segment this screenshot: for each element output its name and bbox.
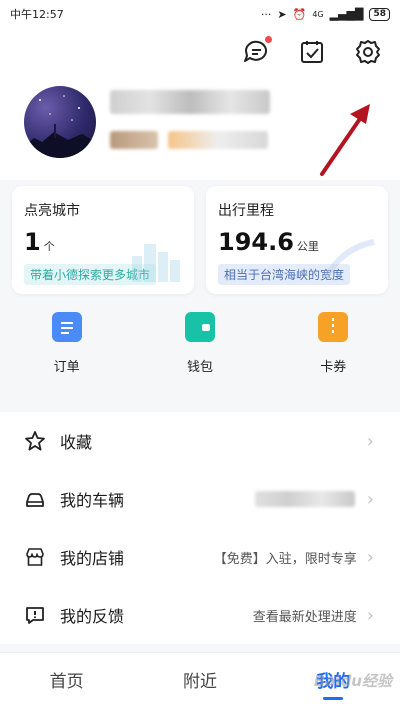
wallet-icon — [184, 312, 215, 342]
chevron-right-icon: › — [366, 546, 374, 568]
card-unit: 公里 — [296, 240, 319, 253]
tab-nearby[interactable]: 附近 — [183, 667, 217, 698]
header-actions — [242, 36, 382, 66]
quick-label: 订单 — [53, 360, 80, 375]
menu-item-favorites[interactable]: 收藏 › — [0, 412, 400, 470]
menu-label: 收藏 — [60, 433, 93, 452]
status-bar: 中午12:57 ··· ➤ ⏰ 4G ▂▄▆█ 58 — [0, 0, 400, 28]
user-info-redacted — [168, 131, 268, 149]
menu-item-my-vehicles[interactable]: 我的车辆 › — [0, 470, 400, 528]
feedback-icon — [26, 607, 44, 624]
quick-label: 卡券 — [320, 360, 347, 375]
star-icon — [25, 431, 45, 451]
road-icon — [323, 239, 375, 280]
menu-label: 我的车辆 — [60, 491, 125, 510]
coupon-entry[interactable]: 卡券 — [288, 312, 378, 398]
city-skyline-icon — [132, 244, 180, 282]
car-icon — [26, 493, 44, 507]
watermark: Baidu经验 — [313, 672, 392, 690]
status-indicators: ··· ➤ ⏰ 4G ▂▄▆█ 58 — [260, 7, 390, 21]
card-value: 194.6 — [218, 228, 294, 256]
user-level-redacted — [110, 131, 158, 149]
quick-actions: 订单 钱包 卡券 — [0, 312, 400, 398]
annotation-arrow — [320, 104, 370, 176]
card-title: 点亮城市 — [24, 203, 80, 219]
profile-header — [0, 28, 400, 180]
status-time: 中午12:57 — [10, 8, 64, 21]
battery-indicator: 58 — [369, 7, 390, 21]
task-check-icon[interactable] — [298, 38, 326, 66]
card-unit: 个 — [43, 240, 55, 253]
tab-home[interactable]: 首页 — [50, 667, 84, 698]
coupon-icon — [318, 312, 349, 342]
settings-gear-icon[interactable] — [354, 38, 382, 66]
signal-icon: ▂▄▆█ — [329, 7, 364, 21]
avatar[interactable] — [24, 86, 96, 158]
menu-item-my-shop[interactable]: 我的店铺 【免费】入驻，限时专享 › — [0, 528, 400, 586]
menu-hint: 【免费】入驻，限时专享 — [213, 551, 357, 567]
lit-cities-card[interactable]: 点亮城市 1 个 带着小德探索更多城市 — [12, 186, 194, 294]
order-icon — [51, 312, 82, 342]
network-label: 4G — [312, 9, 324, 19]
menu-hint: 查看最新处理进度 — [252, 609, 357, 625]
quick-label: 钱包 — [186, 360, 213, 375]
menu-item-my-feedback[interactable]: 我的反馈 查看最新处理进度 › — [0, 586, 400, 644]
order-entry[interactable]: 订单 — [22, 312, 112, 398]
shop-icon — [26, 548, 44, 566]
wallet-entry[interactable]: 钱包 — [155, 312, 245, 398]
card-title: 出行里程 — [218, 203, 274, 219]
chevron-right-icon: › — [366, 604, 374, 626]
status-dots: ··· — [260, 7, 272, 21]
stats-cards: 点亮城市 1 个 带着小德探索更多城市 出行里程 194.6 公里 相当于台湾海… — [12, 186, 388, 294]
menu-label: 我的店铺 — [60, 549, 125, 568]
travel-mileage-card[interactable]: 出行里程 194.6 公里 相当于台湾海峡的宽度 — [206, 186, 388, 294]
notification-dot — [265, 36, 272, 43]
menu-label: 我的反馈 — [60, 607, 125, 626]
username-redacted — [110, 90, 270, 114]
card-value: 1 — [24, 228, 41, 256]
vehicle-info-redacted — [254, 491, 355, 507]
chevron-right-icon: › — [366, 430, 374, 452]
message-icon[interactable] — [242, 36, 272, 66]
alarm-icon: ⏰ — [292, 7, 307, 21]
chevron-right-icon: › — [366, 488, 374, 510]
location-icon: ➤ — [277, 7, 287, 21]
menu-list: 收藏 › 我的车辆 › 我的店铺 【免费】入驻，限时专享 › 我的反馈 查看最新… — [0, 412, 400, 644]
